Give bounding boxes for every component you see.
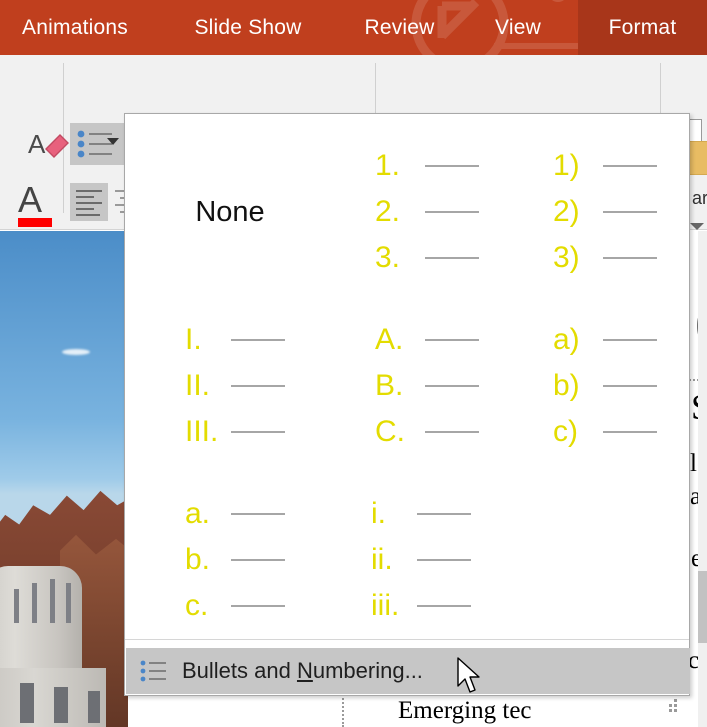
numbering-option-numeric-period[interactable]: 1. 2. 3. <box>329 132 503 292</box>
numbering-label: A. <box>375 323 404 356</box>
tab-slide-show[interactable]: Slide Show <box>166 0 330 55</box>
slide-picture-dam[interactable] <box>0 231 128 727</box>
numbering-gallery-grid: None 1. 2. 3. 1) 2) 3) I. II. III. A. B. <box>125 114 689 639</box>
ribbon-right-chevron-down-icon[interactable] <box>690 223 704 230</box>
numbering-label: I. <box>185 323 202 356</box>
numbering-rule <box>603 385 657 387</box>
ribbon-tab-strip: Animations Slide Show Review View Format <box>0 0 707 55</box>
menu-label-after: umbering... <box>312 658 423 683</box>
panel-separator <box>125 639 689 640</box>
numbering-label: 3) <box>553 241 580 274</box>
numbering-rule <box>425 385 479 387</box>
numbering-rule <box>231 385 285 387</box>
numbering-option-roman-lower-period[interactable]: i. ii. iii. <box>329 480 503 640</box>
numbering-label: 2) <box>553 195 580 228</box>
numbering-label: ii. <box>371 543 393 576</box>
numbering-option-none-label: None <box>195 195 265 228</box>
font-color-button[interactable]: A <box>18 179 66 229</box>
numbering-rule <box>603 431 657 433</box>
slide-text-emerging[interactable]: Emerging tec <box>398 697 532 725</box>
numbering-label: 1. <box>375 149 401 182</box>
numbering-rule <box>603 165 657 167</box>
tab-format[interactable]: Format <box>578 0 707 55</box>
numbering-option-alpha-lower-paren[interactable]: a) b) c) <box>507 306 681 466</box>
building-door <box>20 683 34 723</box>
menu-label-accelerator: N <box>296 658 313 683</box>
numbering-rule <box>603 339 657 341</box>
resize-grip-icon[interactable] <box>665 698 679 712</box>
building-window <box>14 589 19 623</box>
numbering-label: 1) <box>553 149 580 182</box>
numbering-rule <box>425 165 479 167</box>
numbering-rule <box>425 431 479 433</box>
building-window <box>50 579 55 623</box>
bullets-and-numbering-menu-item[interactable]: Bullets and Numbering... <box>126 648 690 694</box>
numbering-option-empty <box>507 480 681 640</box>
numbering-label: B. <box>375 369 404 402</box>
tab-animations[interactable]: Animations <box>0 0 150 55</box>
numbering-rule <box>417 513 471 515</box>
numbering-option-numeric-paren[interactable]: 1) 2) 3) <box>507 132 681 292</box>
numbering-label: a. <box>185 497 211 530</box>
numbering-rule <box>417 559 471 561</box>
building-window <box>66 583 71 623</box>
svg-text:A: A <box>28 129 46 159</box>
ribbon-fragment-ar: ar <box>692 188 707 208</box>
numbering-rule <box>603 257 657 259</box>
numbering-rule <box>231 431 285 433</box>
numbering-rule <box>425 339 479 341</box>
numbering-label: II. <box>185 369 211 402</box>
numbering-option-roman-upper-period[interactable]: I. II. III. <box>143 306 317 466</box>
numbering-option-alpha-upper-period[interactable]: A. B. C. <box>329 306 503 466</box>
building-door <box>54 687 68 723</box>
building-window <box>32 583 37 623</box>
tab-slide-show-label: Slide Show <box>194 15 302 39</box>
tab-view[interactable]: View <box>473 0 563 55</box>
numbering-label: c) <box>553 415 578 448</box>
numbering-rule <box>231 339 285 341</box>
bullets-chevron-down-icon[interactable] <box>107 138 119 145</box>
numbering-label: C. <box>375 415 405 448</box>
powerpoint-window: Animations Slide Show Review View Format… <box>0 0 707 727</box>
numbering-label: i. <box>371 497 386 530</box>
tab-review[interactable]: Review <box>343 0 456 55</box>
numbering-rule <box>425 257 479 259</box>
numbering-rule <box>231 605 285 607</box>
vertical-scrollbar[interactable] <box>698 231 707 727</box>
numbering-label: 2. <box>375 195 401 228</box>
tab-view-label: View <box>495 15 541 39</box>
tab-format-label: Format <box>608 15 677 39</box>
numbering-label: a) <box>553 323 580 356</box>
clear-formatting-icon[interactable]: A <box>22 123 70 163</box>
numbering-option-alpha-lower-period[interactable]: a. b. c. <box>143 480 317 640</box>
align-left-button[interactable] <box>70 183 108 221</box>
scrollbar-thumb[interactable] <box>698 571 707 643</box>
building-door <box>88 691 100 723</box>
numbering-label: 3. <box>375 241 401 274</box>
numbering-option-none[interactable]: None <box>143 132 317 292</box>
numbering-label: c. <box>185 589 209 622</box>
tab-review-label: Review <box>364 15 435 39</box>
numbering-rule <box>231 559 285 561</box>
numbering-label: b) <box>553 369 580 402</box>
align-left-icon <box>76 190 102 216</box>
numbering-label: III. <box>185 415 219 448</box>
font-color-letter: A <box>18 179 43 220</box>
numbering-rule <box>425 211 479 213</box>
numbering-label: b. <box>185 543 211 576</box>
tab-animations-label: Animations <box>22 15 128 39</box>
numbering-label: iii. <box>371 589 400 622</box>
menu-label-before: Bullets and <box>182 658 297 683</box>
bullets-and-numbering-icon <box>140 660 166 682</box>
numbering-gallery-panel[interactable]: None 1. 2. 3. 1) 2) 3) I. II. III. A. B. <box>124 113 690 696</box>
cloud-shape <box>62 349 90 355</box>
numbering-rule <box>231 513 285 515</box>
numbering-rule <box>603 211 657 213</box>
numbering-rule <box>417 605 471 607</box>
bullets-and-numbering-label: Bullets and Numbering... <box>182 658 423 684</box>
